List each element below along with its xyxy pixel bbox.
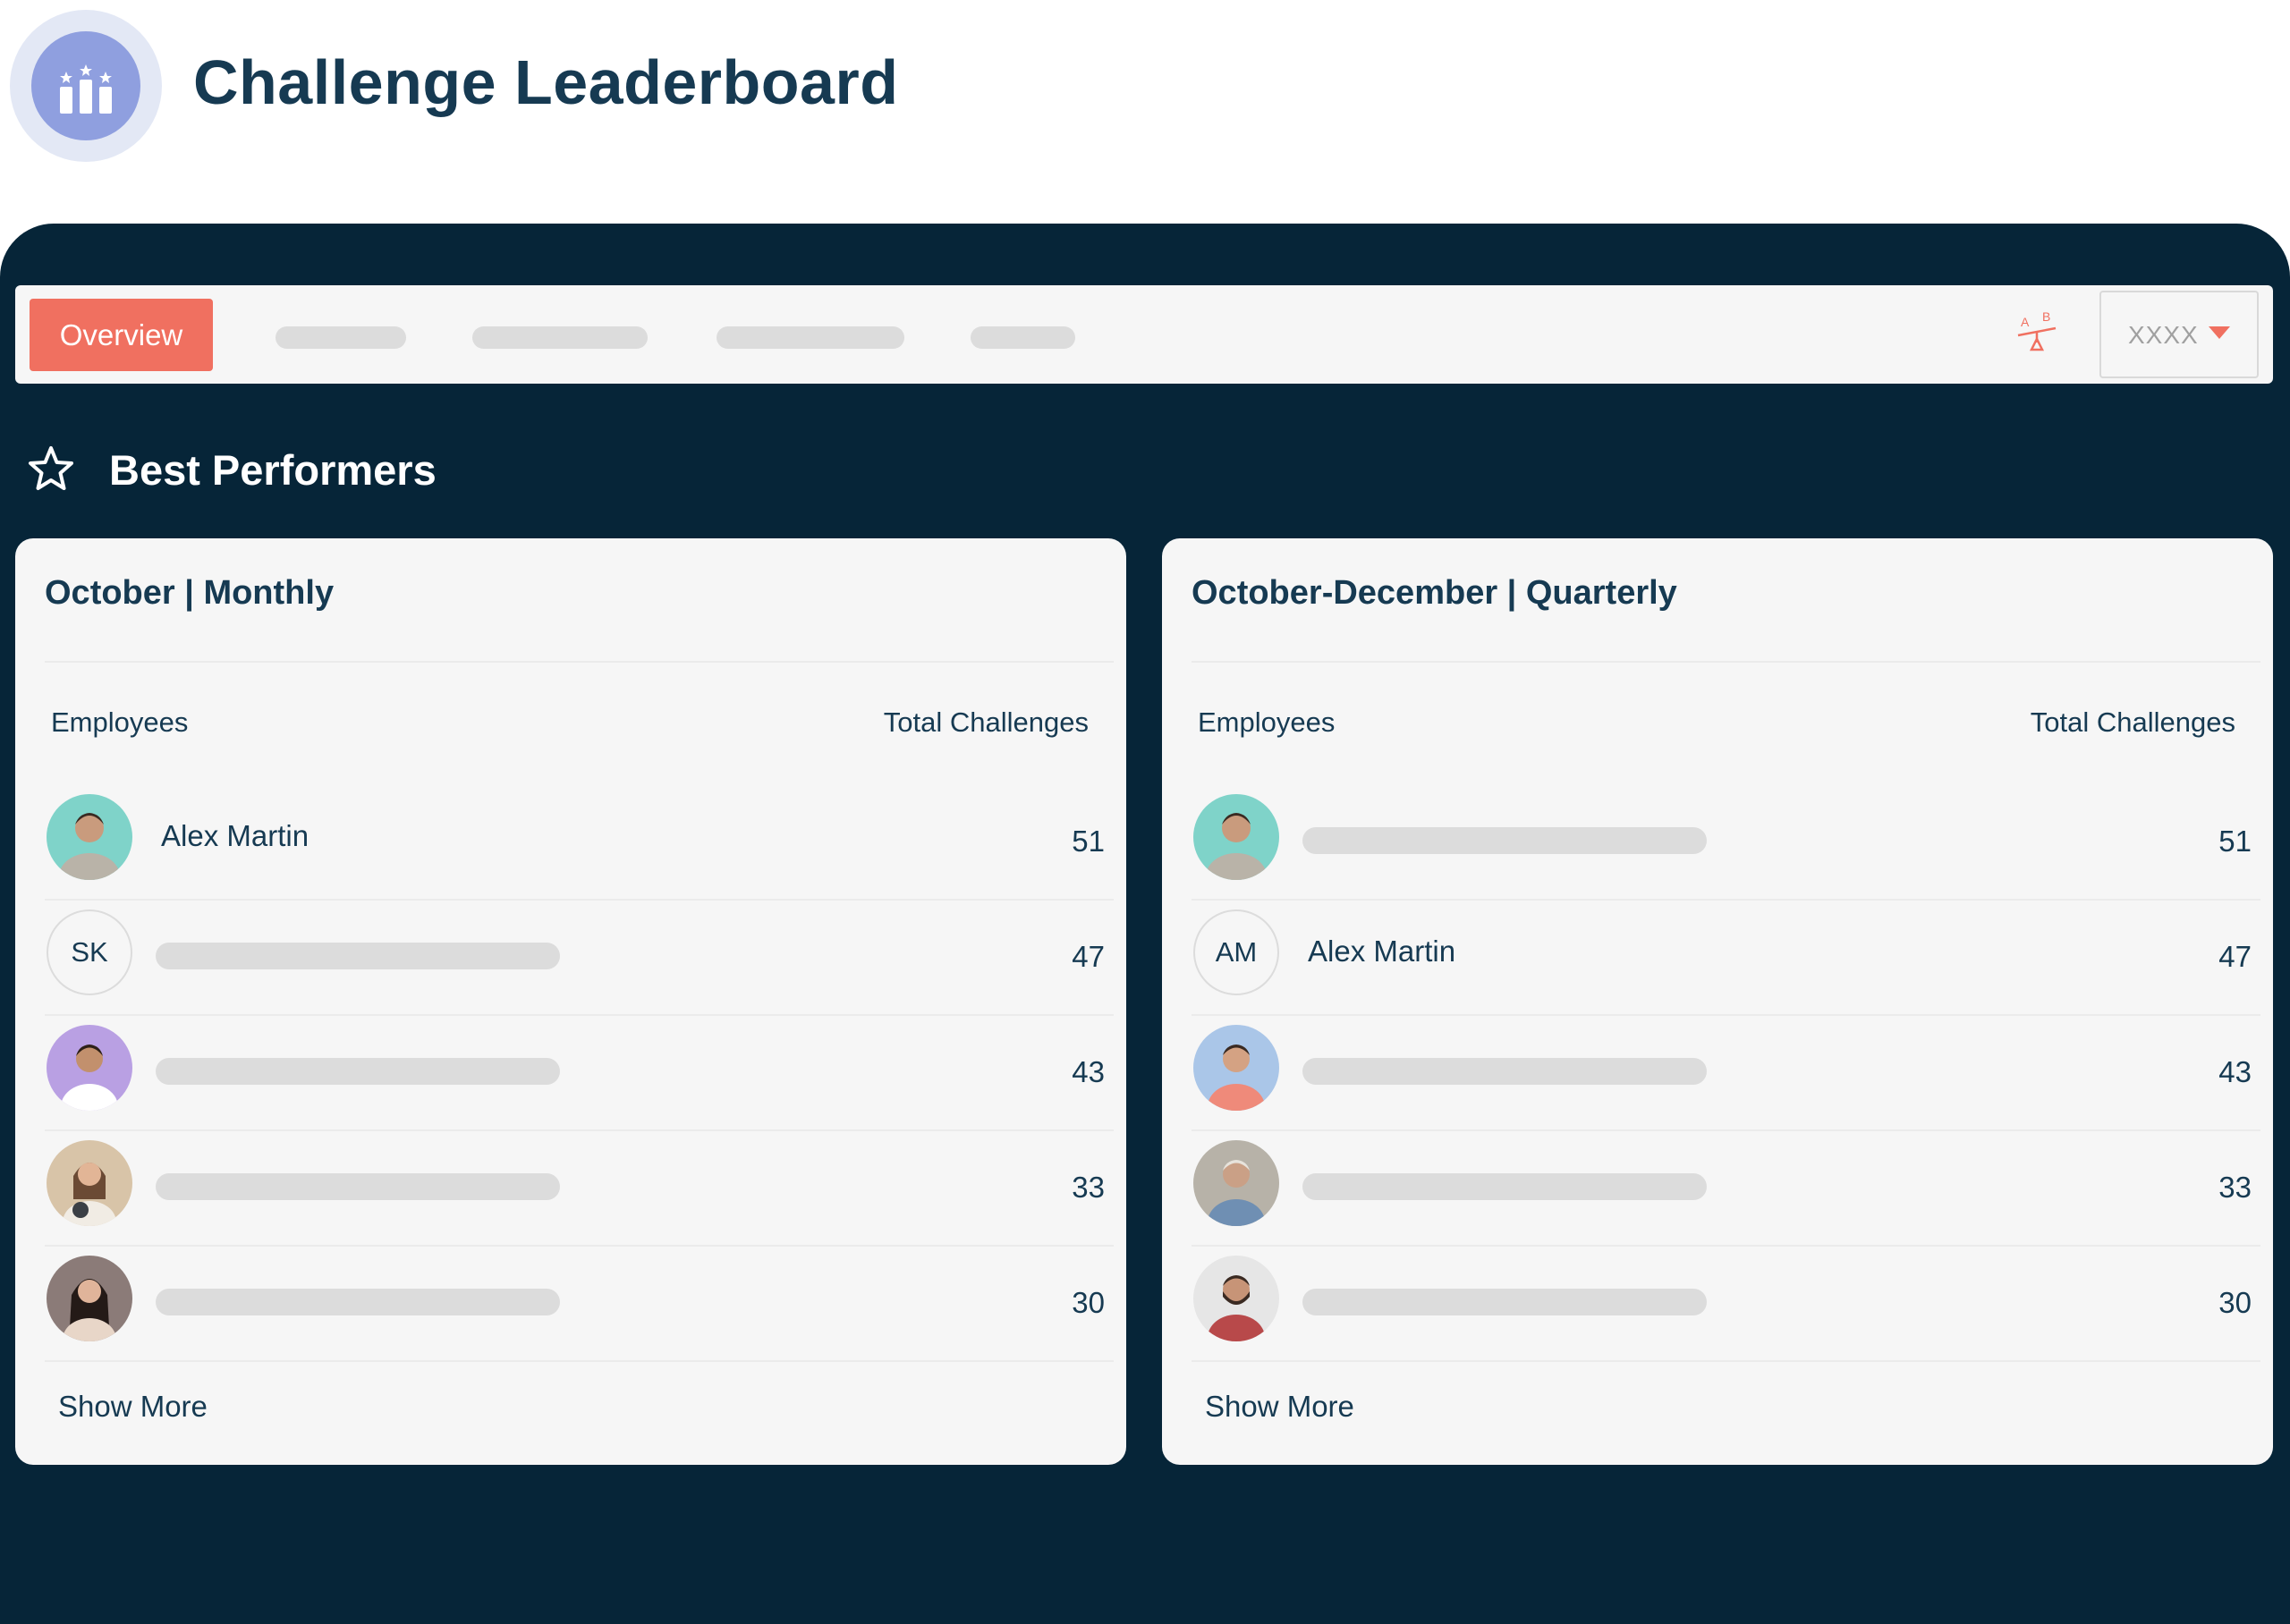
tab-overview[interactable]: Overview [30, 299, 213, 371]
challenge-count: 43 [2218, 1055, 2252, 1088]
avatar [1193, 1140, 1279, 1226]
avatar [47, 1256, 132, 1341]
table-row[interactable]: SK 47 [45, 901, 1114, 1016]
challenge-count: 47 [1072, 940, 1105, 973]
app-header: Challenge Leaderboard [0, 0, 2290, 224]
name-placeholder [156, 943, 560, 969]
name-placeholder [156, 1289, 560, 1315]
table-row[interactable]: AM Alex Martin 47 [1192, 901, 2260, 1016]
tab-placeholder-1[interactable] [276, 326, 406, 349]
caret-down-icon [2209, 326, 2230, 339]
show-more-button[interactable]: Show More [58, 1390, 208, 1424]
table-row[interactable]: 30 [45, 1247, 1114, 1362]
avatar [47, 794, 132, 880]
ab-balance-icon[interactable]: A B [2013, 309, 2063, 359]
employee-name: Alex Martin [161, 819, 310, 852]
avatar-initials: AM [1193, 909, 1279, 995]
name-placeholder [156, 1058, 560, 1085]
avatar [47, 1140, 132, 1226]
select-value: XXXX [2128, 321, 2199, 349]
tab-placeholder-3[interactable] [717, 326, 904, 349]
column-header-total-challenges: Total Challenges [2030, 706, 2235, 738]
challenge-count: 30 [2218, 1286, 2252, 1319]
page-title: Challenge Leaderboard [193, 47, 899, 117]
challenge-count: 43 [1072, 1055, 1105, 1088]
card-title: October | Monthly [45, 574, 335, 612]
table-row[interactable]: 30 [1192, 1247, 2260, 1362]
period-select[interactable]: XXXX [2099, 291, 2259, 378]
table-row[interactable]: 33 [45, 1131, 1114, 1247]
challenge-count: 47 [2218, 940, 2252, 973]
employee-name: Alex Martin [1308, 935, 1456, 968]
name-placeholder [1302, 1058, 1707, 1085]
avatar-initials: SK [47, 909, 132, 995]
challenge-count: 33 [1072, 1171, 1105, 1204]
name-placeholder [1302, 827, 1707, 854]
divider [1192, 661, 2260, 663]
logo [10, 10, 162, 162]
avatar [1193, 1256, 1279, 1341]
avatar [47, 1025, 132, 1111]
table-row[interactable]: 51 [1192, 785, 2260, 901]
column-header-total-challenges: Total Challenges [883, 706, 1089, 738]
table-row[interactable]: 33 [1192, 1131, 2260, 1247]
table-row[interactable]: 43 [45, 1016, 1114, 1131]
table-row[interactable]: Alex Martin 51 [45, 785, 1114, 901]
tab-placeholder-4[interactable] [971, 326, 1075, 349]
podium-icon [31, 31, 140, 140]
challenge-count: 51 [2218, 825, 2252, 858]
avatar [1193, 794, 1279, 880]
toolbar: Overview A B XXXX [15, 285, 2273, 384]
column-header-employees: Employees [51, 706, 189, 738]
star-outline-icon [25, 444, 77, 495]
svg-text:B: B [2042, 309, 2050, 324]
card-quarterly: October-December | Quarterly Employees T… [1162, 538, 2273, 1465]
card-monthly: October | Monthly Employees Total Challe… [15, 538, 1126, 1465]
challenge-count: 51 [1072, 825, 1105, 858]
svg-text:A: A [2021, 315, 2030, 329]
name-placeholder [156, 1173, 560, 1200]
card-title: October-December | Quarterly [1192, 574, 1677, 612]
divider [45, 661, 1114, 663]
table-row[interactable]: 43 [1192, 1016, 2260, 1131]
name-placeholder [1302, 1289, 1707, 1315]
avatar [1193, 1025, 1279, 1111]
challenge-count: 33 [2218, 1171, 2252, 1204]
show-more-button[interactable]: Show More [1205, 1390, 1354, 1424]
challenge-count: 30 [1072, 1286, 1105, 1319]
section-title: Best Performers [109, 446, 437, 494]
tab-placeholder-2[interactable] [472, 326, 648, 349]
name-placeholder [1302, 1173, 1707, 1200]
column-header-employees: Employees [1198, 706, 1336, 738]
